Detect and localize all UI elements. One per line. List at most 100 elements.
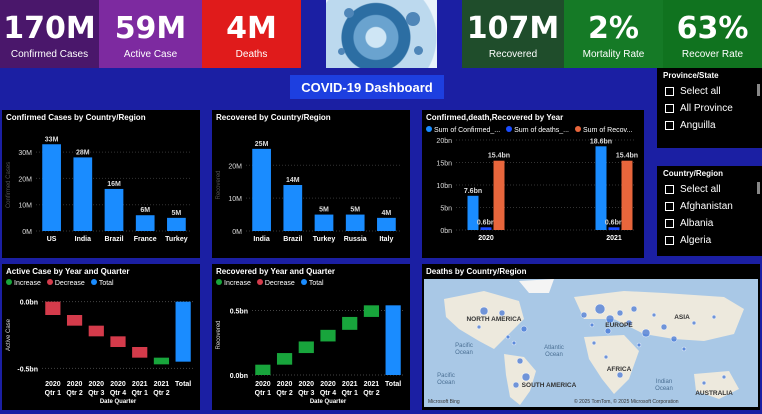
y-tick-label: 0M	[232, 229, 242, 236]
map-label: Ocean	[545, 352, 563, 358]
map-label: Atlantic	[544, 345, 564, 351]
map-bubble	[701, 380, 707, 386]
x-tick-label: Qtr 3	[298, 390, 314, 397]
x-tick-label: Qtr 2	[153, 390, 169, 397]
bar	[252, 148, 271, 231]
data-label: 25M	[255, 141, 269, 148]
province-slicer[interactable]: Province/State Select all All Province A…	[657, 68, 762, 148]
map-bubble	[521, 372, 531, 382]
legend-label: Decrease	[264, 280, 295, 287]
kpi-value: 2%	[588, 11, 639, 46]
legend-item: Increase	[6, 279, 41, 287]
map-deaths-by-country[interactable]: Deaths by Country/Region NORTH AMERICA EU…	[422, 264, 760, 410]
map-bubble	[594, 303, 606, 315]
virus-image	[326, 0, 437, 68]
bar	[314, 214, 334, 231]
data-label: 28M	[76, 149, 90, 156]
chart-title: Recovered by Country/Region	[216, 113, 331, 122]
data-label: 5M	[319, 207, 329, 214]
bar	[608, 227, 620, 230]
bar	[493, 160, 505, 230]
waterfall-bar	[175, 301, 191, 362]
x-tick-label: Qtr 1	[45, 390, 61, 397]
waterfall-bar	[45, 301, 61, 315]
slicer-item-label: Select all	[680, 184, 721, 195]
x-tick-label: Qtr 4	[110, 390, 126, 397]
world-map[interactable]: NORTH AMERICAEUROPEASIAPacificOceanAtlan…	[424, 279, 758, 407]
chart-recovered-by-country[interactable]: Recovered by Country/Region 0M 10M 20M Reco…	[212, 110, 410, 258]
checkbox[interactable]	[665, 236, 674, 245]
bar-chart: 0M 10M 20M Recovered 25M India 14M Brazil 5M Turk…	[216, 141, 402, 243]
chart-recovered-waterfall[interactable]: Recovered by Year and Quarter Increase D…	[212, 264, 410, 410]
country-slicer[interactable]: Country/Region Select all Afghanistan Al…	[657, 166, 762, 256]
y-tick-label: 0M	[22, 229, 32, 236]
map-bubble	[721, 374, 727, 380]
slicer-item[interactable]: Afghanistan	[657, 198, 762, 215]
map-bubble	[589, 322, 595, 328]
x-tick-label: Qtr 3	[88, 390, 104, 397]
x-tick-label: 2020	[478, 235, 494, 242]
data-label: 0.6bn	[605, 219, 623, 226]
scrollbar[interactable]	[757, 182, 760, 194]
chart-title: Deaths by Country/Region	[426, 267, 527, 276]
chart-confirmed-by-country[interactable]: Confirmed Cases by Country/Region 0M 10M 2…	[2, 110, 200, 258]
slicer-item[interactable]: All Province	[657, 100, 762, 117]
x-tick-label: 2020	[277, 381, 293, 388]
legend-item: Decrease	[46, 279, 85, 287]
legend-item: Increase	[216, 279, 251, 287]
slicer-item[interactable]: Algeria	[657, 232, 762, 249]
map-label: NORTH AMERICA	[466, 316, 521, 323]
kpi-label: Deaths	[235, 49, 268, 60]
x-tick-label: Russia	[344, 236, 367, 243]
map-bubble	[636, 342, 642, 348]
kpi-value: 63%	[676, 11, 749, 46]
chart-legend: Increase Decrease Total	[212, 279, 410, 287]
map-bubble	[479, 306, 489, 316]
slicer-item[interactable]: Select all	[657, 83, 762, 100]
x-tick-label: Qtr 1	[342, 390, 358, 397]
checkbox[interactable]	[665, 87, 674, 96]
slicer-item[interactable]: Albania	[657, 215, 762, 232]
x-tick-label: 2021	[364, 381, 380, 388]
x-tick-label: Qtr 4	[320, 390, 336, 397]
map-bubble	[630, 305, 638, 313]
legend-item: Total	[300, 279, 324, 287]
checkbox[interactable]	[665, 219, 674, 228]
data-label: 7.6bn	[464, 188, 482, 195]
chart-active-waterfall[interactable]: Active Case by Year and Quarter Increase…	[2, 264, 200, 410]
slicer-item[interactable]: Select all	[657, 181, 762, 198]
waterfall-bar	[342, 316, 358, 330]
data-label: 33M	[45, 136, 59, 143]
scrollbar[interactable]	[757, 84, 760, 96]
map-bubble	[641, 328, 651, 338]
chart-by-year[interactable]: Confirmed,death,Recovered by Year Sum of…	[422, 110, 644, 258]
checkbox[interactable]	[665, 202, 674, 211]
waterfall-bar	[276, 353, 293, 365]
bar	[73, 157, 93, 231]
map-bubble	[520, 325, 528, 333]
x-tick-label: US	[47, 236, 57, 243]
waterfall-bar	[88, 325, 104, 337]
x-tick-label: 2020	[45, 381, 61, 388]
y-axis-label: Confirmed Cases	[6, 162, 12, 208]
y-tick-label: -0.5bn	[17, 366, 38, 373]
legend-label: Sum of Confirmed_...	[434, 127, 501, 134]
slicer-item[interactable]: Anguilla	[657, 117, 762, 134]
slicer-item-label: Afghanistan	[680, 201, 733, 212]
waterfall-bar	[153, 357, 170, 365]
checkbox[interactable]	[665, 185, 674, 194]
map-label: AUSTRALIA	[695, 390, 733, 397]
map-attribution: © 2025 TomTom, © 2025 Microsoft Corporat…	[574, 398, 679, 405]
x-tick-label: Qtr 1	[255, 390, 271, 397]
chart-title: Confirmed Cases by Country/Region	[6, 113, 146, 122]
x-tick-label: Qtr 2	[66, 390, 82, 397]
bar	[480, 227, 492, 230]
map-bubble	[580, 311, 588, 319]
legend-item: Sum of Confirmed_...	[426, 126, 500, 134]
y-tick-label: 10M	[228, 196, 242, 203]
y-tick-label: 0.5bn	[230, 308, 248, 315]
map-label: EUROPE	[605, 322, 633, 329]
checkbox[interactable]	[665, 121, 674, 130]
checkbox[interactable]	[665, 104, 674, 113]
x-tick-label: Brazil	[104, 236, 123, 243]
